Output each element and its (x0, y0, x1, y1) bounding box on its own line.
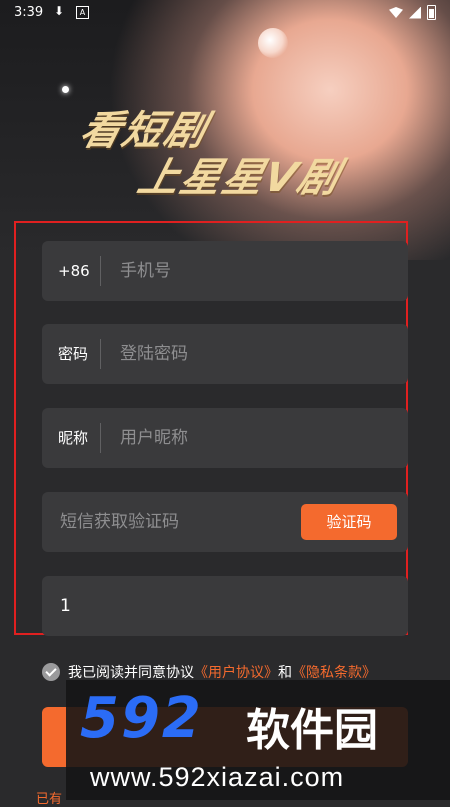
sms-code-field[interactable]: 短信获取验证码 验证码 (42, 492, 408, 552)
invite-input[interactable]: 1 (60, 576, 71, 636)
phone-field[interactable]: +86 手机号 (42, 241, 408, 301)
battery-icon (427, 5, 436, 20)
field-divider (100, 256, 101, 286)
watermark-text: 软件园 (246, 705, 378, 756)
invite-field[interactable]: 1 (42, 576, 408, 636)
status-time: 3:39 (14, 5, 44, 20)
agreement-and: 和 (278, 665, 292, 681)
sparkle-dot (62, 86, 69, 93)
signal-icon (409, 6, 421, 19)
wifi-icon (389, 7, 403, 18)
password-field[interactable]: 密码 登陆密码 (42, 324, 408, 384)
privacy-link[interactable]: 《隐私条款》 (292, 662, 376, 682)
field-divider (100, 339, 101, 369)
sms-code-input[interactable]: 短信获取验证码 (60, 492, 179, 552)
watermark-url: www.592xiazai.com (90, 762, 345, 792)
watermark: 592 软件园 www.592xiazai.com (66, 680, 450, 800)
phone-input[interactable]: 手机号 (120, 241, 171, 301)
nickname-input[interactable]: 用户昵称 (120, 408, 188, 468)
a-icon: A (76, 6, 89, 19)
nickname-field[interactable]: 昵称 用户昵称 (42, 408, 408, 468)
glow-orb (258, 28, 288, 58)
agree-checkbox[interactable] (42, 663, 60, 681)
status-icons (389, 5, 436, 20)
nickname-label: 昵称 (58, 429, 89, 447)
password-label: 密码 (58, 345, 89, 363)
watermark-number: 592 (80, 686, 203, 751)
slogan-line2: 上星星V剧 (133, 155, 346, 201)
download-icon: ⬇ (54, 4, 65, 18)
login-link[interactable]: 已有 (36, 788, 62, 807)
field-divider (100, 423, 101, 453)
user-agreement-link[interactable]: 《用户协议》 (194, 662, 278, 682)
password-input[interactable]: 登陆密码 (120, 324, 188, 384)
agreement-text: 我已阅读并同意协议 (68, 665, 194, 681)
status-bar: 3:39 ⬇ A (0, 0, 450, 26)
get-code-button[interactable]: 验证码 (301, 504, 397, 540)
country-code[interactable]: +86 (58, 241, 90, 301)
